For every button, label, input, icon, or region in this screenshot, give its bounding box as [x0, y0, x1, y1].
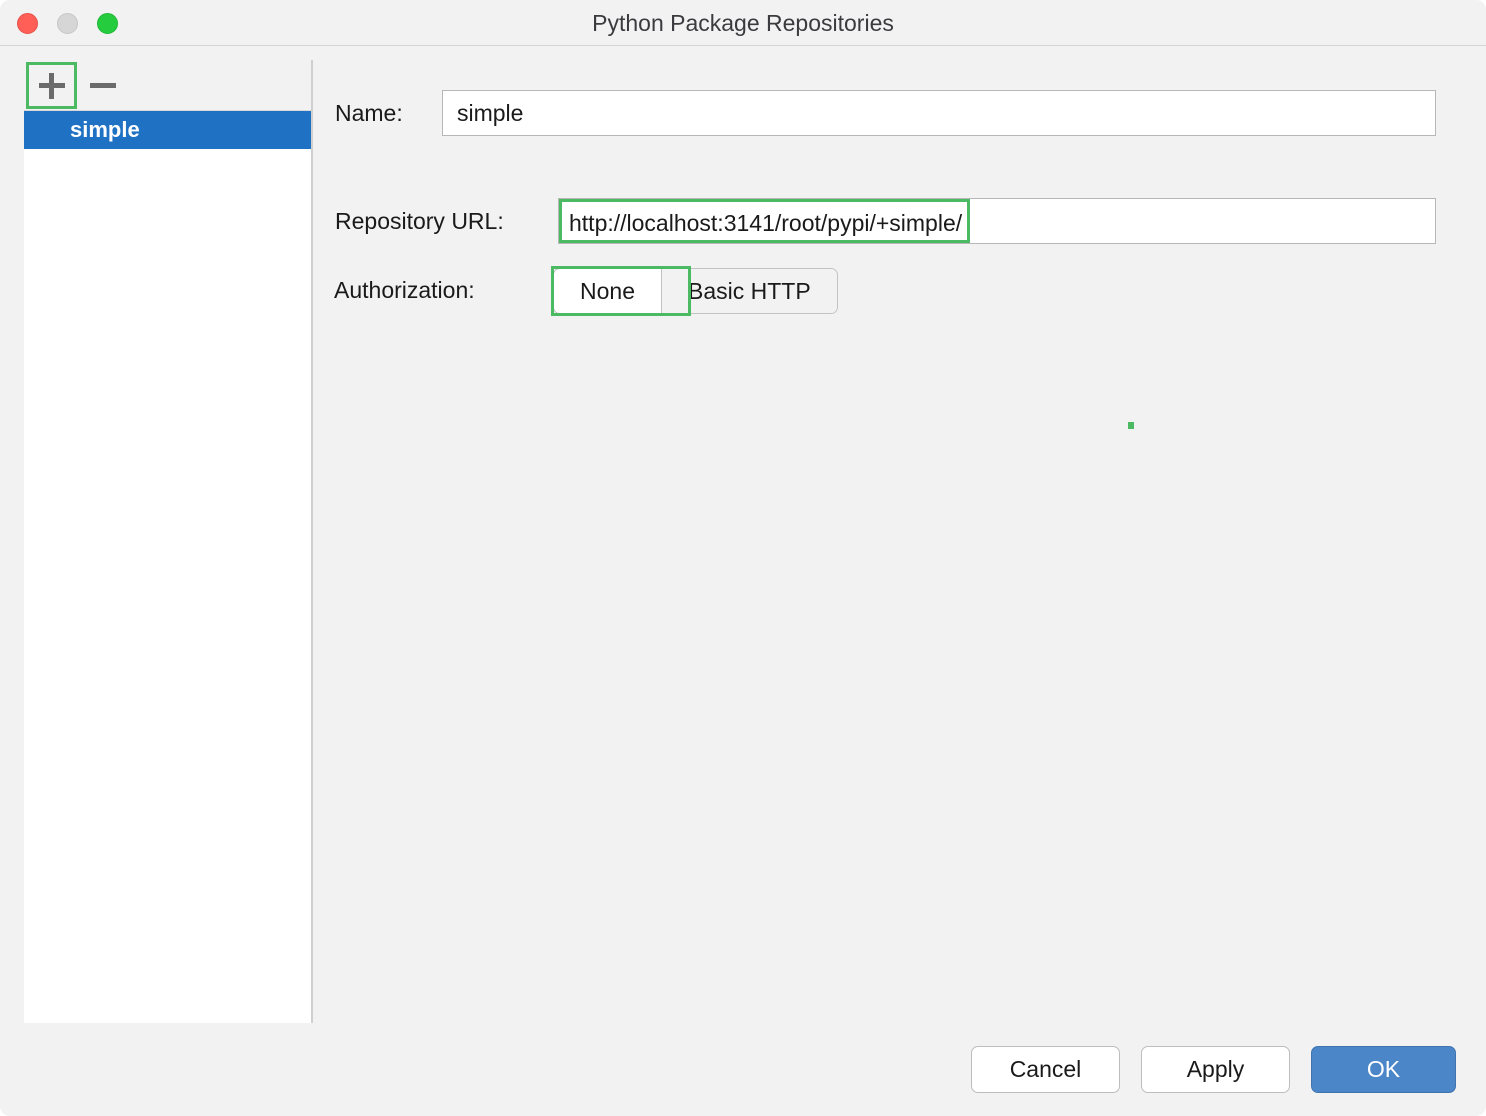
repository-url-input[interactable]: http://localhost:3141/root/pypi/+simple/	[558, 198, 1436, 244]
minus-icon	[77, 62, 128, 109]
authorization-label: Authorization:	[334, 277, 475, 304]
repository-list-toolbar	[24, 60, 312, 111]
add-repository-button[interactable]	[26, 62, 77, 109]
authorization-basic-http-segment[interactable]: Basic HTTP	[661, 269, 837, 313]
list-item[interactable]: simple	[24, 111, 312, 149]
ok-button[interactable]: OK	[1311, 1046, 1456, 1093]
annotation-dot	[1128, 422, 1134, 429]
cancel-button[interactable]: Cancel	[971, 1046, 1120, 1093]
apply-button[interactable]: Apply	[1141, 1046, 1290, 1093]
python-package-repositories-dialog: Python Package Repositories simple Name:…	[0, 0, 1486, 1116]
authorization-segmented-control[interactable]: None Basic HTTP	[553, 268, 838, 314]
repository-list[interactable]: simple	[24, 111, 312, 1023]
repository-url-value: http://localhost:3141/root/pypi/+simple/	[559, 199, 970, 243]
remove-repository-button[interactable]	[77, 62, 128, 109]
title-bar: Python Package Repositories	[0, 0, 1486, 46]
panel-divider	[311, 60, 313, 1023]
name-input[interactable]: simple	[442, 90, 1436, 136]
authorization-none-segment[interactable]: None	[554, 269, 661, 313]
repository-url-label: Repository URL:	[335, 208, 504, 235]
name-label: Name:	[335, 100, 403, 127]
plus-icon	[29, 65, 74, 106]
window-title: Python Package Repositories	[0, 0, 1486, 46]
